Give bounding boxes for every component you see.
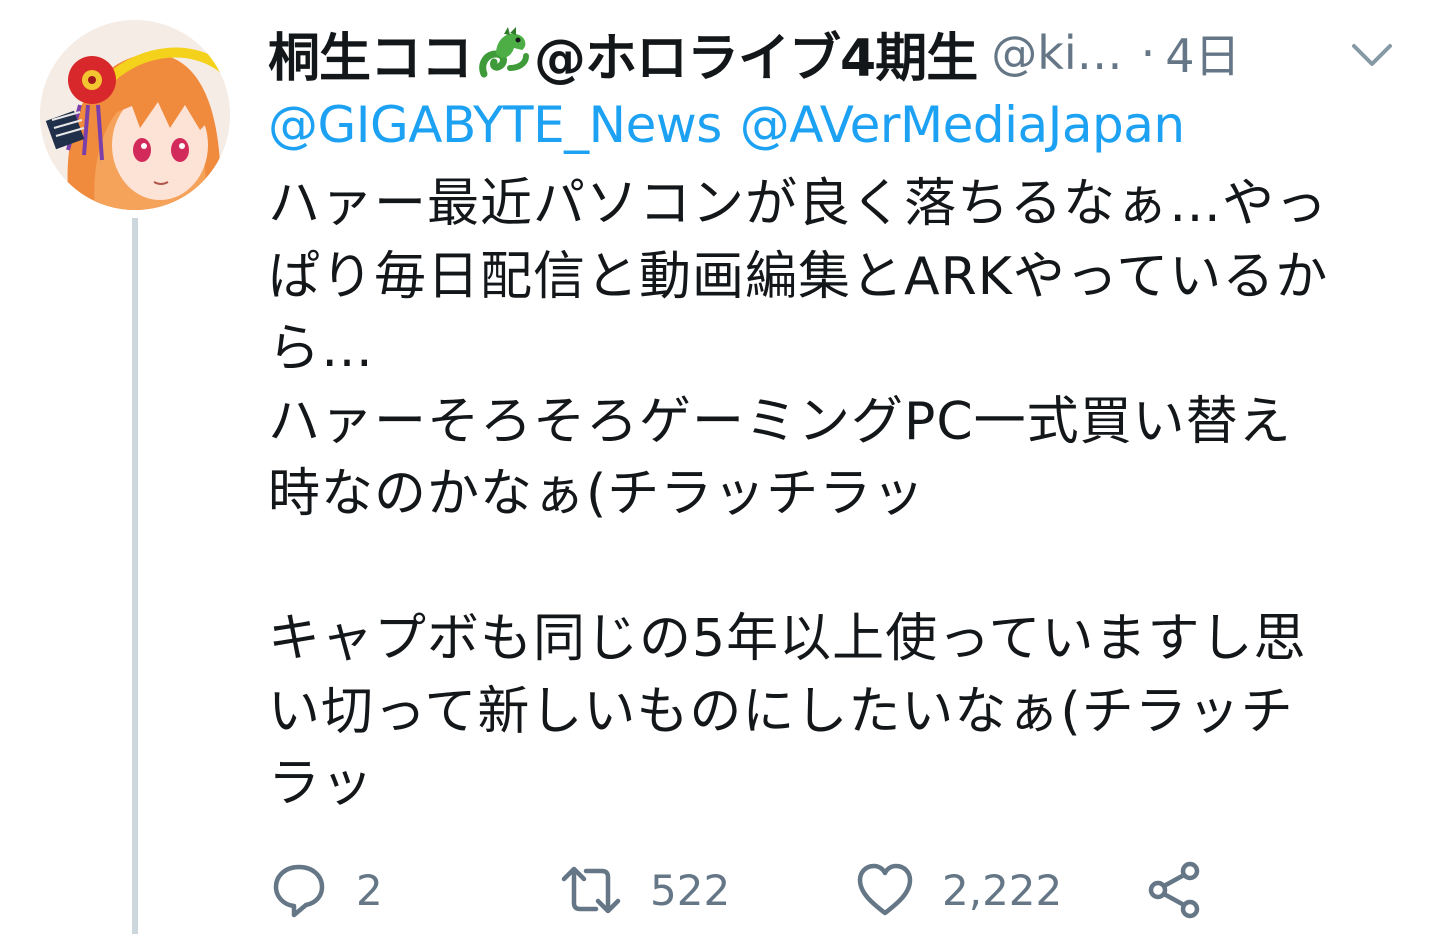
reply-to-mentions: @GIGABYTE_News @AVerMediaJapan xyxy=(268,96,1203,154)
tweet-text-line: 時なのかなぁ(チラッチラッ xyxy=(268,464,926,524)
like-button[interactable]: 2,222 xyxy=(854,850,1062,930)
tweet-actions: 2 522 2,222 xyxy=(268,850,1268,930)
thread-line xyxy=(132,218,138,934)
separator-dot: · xyxy=(1140,26,1156,80)
heart-icon xyxy=(857,863,913,916)
tweet-text-line: ラッ xyxy=(268,754,375,814)
tweet-text-line: ハァー最近パソコンが良く落ちるなぁ…やっ xyxy=(268,174,1329,234)
reply-count: 2 xyxy=(356,865,383,915)
share-icon xyxy=(1148,861,1200,919)
retweet-count: 522 xyxy=(650,865,731,915)
tweet-text-line: ぱり毎日配信と動画編集とARKやっているか xyxy=(268,246,1329,307)
tweet: 桐生ココ @ホロライブ4期生 @ki… · 4日 @GIGABYTE_News @… xyxy=(0,0,1440,934)
timestamp[interactable]: 4日 xyxy=(1165,20,1240,86)
tweet-header: 桐生ココ @ホロライブ4期生 @ki… · 4日 xyxy=(268,16,1241,91)
retweet-icon xyxy=(561,866,621,914)
mention-link[interactable]: @AVerMediaJapan xyxy=(740,96,1185,154)
tweet-text-line: ハァーそろそろゲーミングPC一式買い替え xyxy=(268,391,1292,452)
display-name-part1: 桐生ココ xyxy=(268,28,473,89)
dragon-icon xyxy=(474,24,532,82)
display-name[interactable]: 桐生ココ @ホロライブ4期生 xyxy=(268,16,978,91)
tweet-text-line: い切って新しいものにしたいなぁ(チラッチ xyxy=(268,681,1294,742)
reply-icon xyxy=(273,864,325,918)
retweet-button[interactable]: 522 xyxy=(558,850,730,930)
mention-link[interactable]: @GIGABYTE_News xyxy=(268,96,722,154)
user-handle[interactable]: @ki… xyxy=(991,26,1122,80)
like-count: 2,222 xyxy=(942,865,1063,915)
tweet-text-line: ら… xyxy=(268,319,375,379)
reply-button[interactable]: 2 xyxy=(268,850,383,930)
tweet-text: ハァー最近パソコンが良く落ちるなぁ…やっ ぱり毎日配信と動画編集とARKやってい… xyxy=(268,168,1398,821)
avatar[interactable] xyxy=(40,20,230,210)
tweet-text-line: キャプボも同じの5年以上使っていますし思 xyxy=(268,609,1307,669)
display-name-part2: @ホロライブ4期生 xyxy=(534,28,978,89)
chevron-down-icon[interactable] xyxy=(1348,36,1396,72)
share-button[interactable] xyxy=(1144,850,1206,930)
